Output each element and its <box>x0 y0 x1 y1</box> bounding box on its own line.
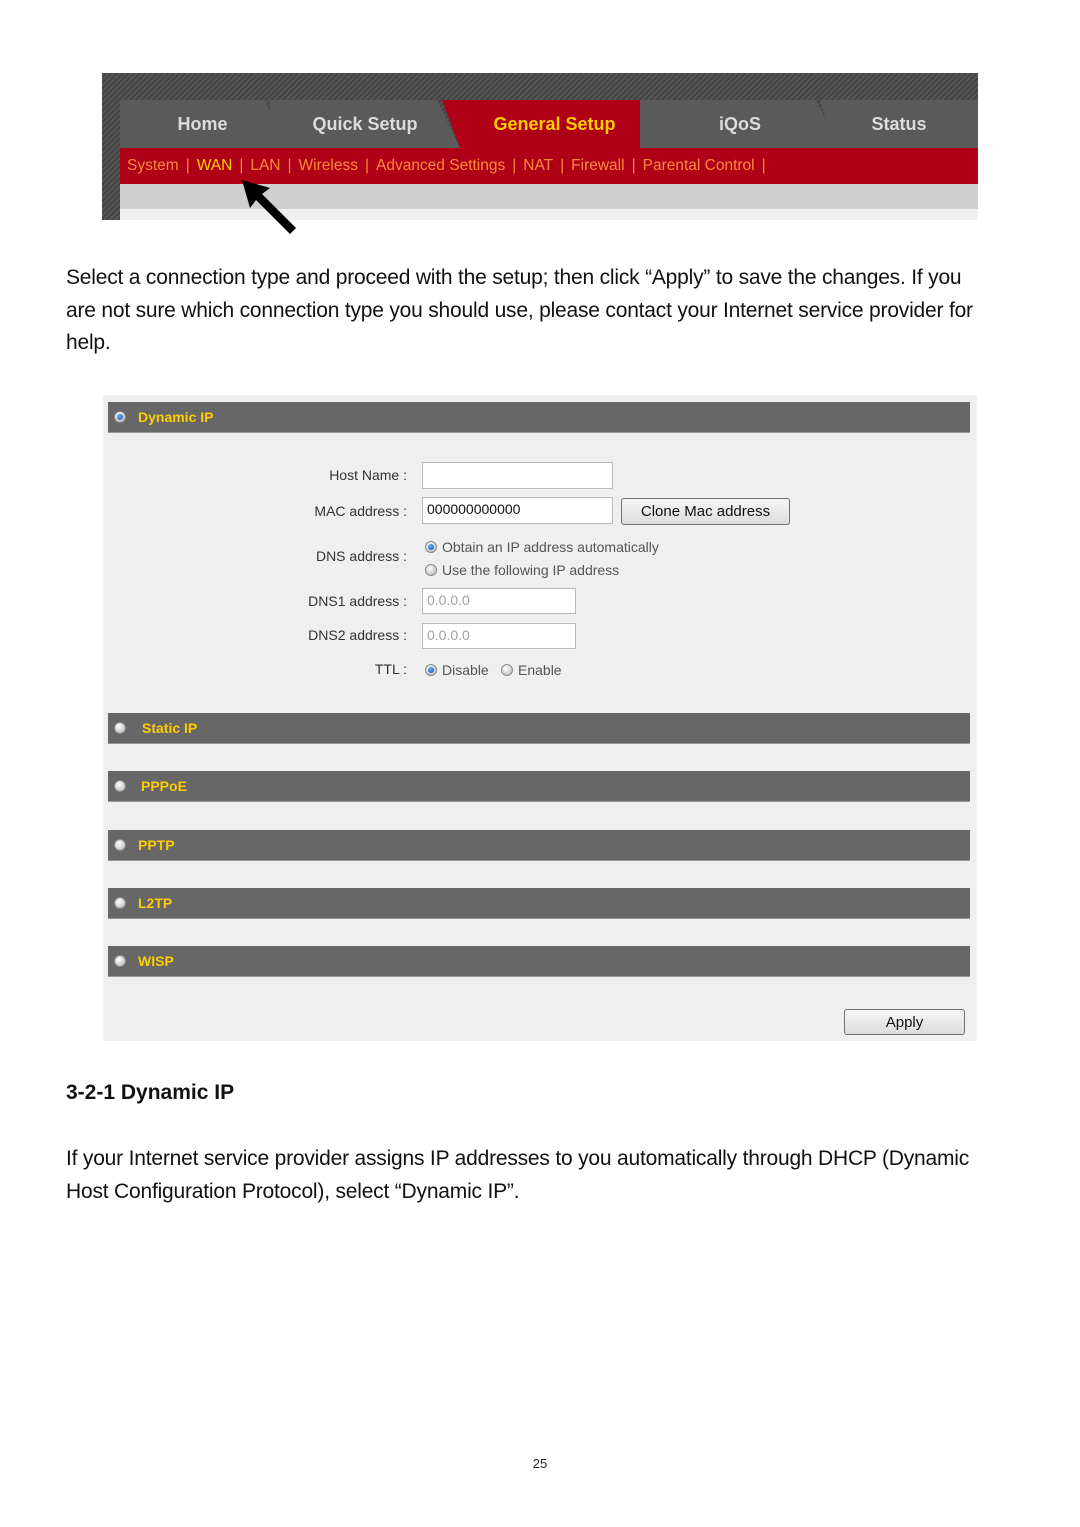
subnav-firewall[interactable]: Firewall <box>571 157 624 175</box>
clone-mac-button[interactable]: Clone Mac address <box>621 498 790 525</box>
section-pptp[interactable]: PPTP <box>108 830 970 861</box>
option-label: Disable <box>442 662 489 678</box>
section-label: L2TP <box>138 895 173 911</box>
separator: | <box>239 157 244 174</box>
tab-label: Status <box>871 113 927 134</box>
page-number: 25 <box>532 1456 548 1471</box>
separator: | <box>364 157 369 174</box>
radio-button-icon[interactable] <box>501 664 513 676</box>
arrow-pointer-icon <box>242 180 296 234</box>
separator: | <box>560 157 565 174</box>
wan-settings-panel: Dynamic IP Host Name : MAC address : 000… <box>103 395 977 1041</box>
separator: | <box>287 157 292 174</box>
section-heading: 3-2-1 Dynamic IP <box>66 1081 235 1104</box>
subnav-parental-control[interactable]: Parental Control <box>643 157 755 175</box>
ttl-option-enable[interactable]: Enable <box>501 662 562 678</box>
radio-button-icon[interactable] <box>425 564 437 576</box>
radio-button-icon[interactable] <box>114 897 126 909</box>
subnav-system[interactable]: System <box>127 157 179 175</box>
apply-button[interactable]: Apply <box>844 1009 965 1035</box>
mac-address-input[interactable]: 000000000000 <box>422 497 613 524</box>
host-name-input[interactable] <box>422 462 613 489</box>
section-label: PPPoE <box>141 778 187 794</box>
section-label: WISP <box>138 953 174 969</box>
option-label: Use the following IP address <box>442 562 620 578</box>
separator: | <box>185 157 190 174</box>
section-label: Dynamic IP <box>138 409 214 425</box>
radio-button-selected-icon[interactable] <box>425 664 437 676</box>
section-label: Static IP <box>142 720 198 736</box>
ttl-label: TTL : <box>374 661 407 677</box>
radio-button-icon[interactable] <box>114 780 126 792</box>
tab-label: Home <box>177 113 228 134</box>
ttl-option-disable[interactable]: Disable <box>425 662 489 678</box>
router-nav-screenshot: Home Quick Setup General Setup iQoS Stat… <box>102 73 978 220</box>
radio-button-icon[interactable] <box>114 955 126 967</box>
radio-button-selected-icon[interactable] <box>425 541 437 553</box>
radio-button-selected-icon[interactable] <box>114 411 126 423</box>
tab-label: iQoS <box>718 113 761 134</box>
separator: | <box>761 157 766 174</box>
dns2-address-label: DNS2 address : <box>308 627 407 643</box>
body-paragraph: If your Internet service provider assign… <box>66 1147 970 1203</box>
subnav-wireless[interactable]: Wireless <box>299 157 358 175</box>
tab-home[interactable]: Home <box>120 100 285 148</box>
section-wisp[interactable]: WISP <box>108 946 970 977</box>
section-label: PPTP <box>138 837 175 853</box>
tab-label: Quick Setup <box>312 113 418 134</box>
section-pppoe[interactable]: PPPoE <box>108 771 970 802</box>
option-label: Obtain an IP address automatically <box>442 539 659 555</box>
subnav-lan[interactable]: LAN <box>250 157 280 175</box>
option-label: Enable <box>518 662 562 678</box>
section-l2tp[interactable]: L2TP <box>108 888 970 919</box>
host-name-label: Host Name : <box>329 467 407 483</box>
dns-option-manual[interactable]: Use the following IP address <box>425 562 619 578</box>
subnav-nat[interactable]: NAT <box>523 157 553 175</box>
dns1-address-label: DNS1 address : <box>308 593 407 609</box>
tab-quick-setup[interactable]: Quick Setup <box>270 100 460 148</box>
dns1-address-input[interactable]: 0.0.0.0 <box>422 588 576 614</box>
separator: | <box>512 157 517 174</box>
tab-status[interactable]: Status <box>820 100 978 148</box>
radio-button-icon[interactable] <box>114 839 126 851</box>
subnav-wan[interactable]: WAN <box>197 157 233 175</box>
intro-paragraph: Select a connection type and proceed wit… <box>66 266 973 354</box>
main-tabs: Home Quick Setup General Setup iQoS Stat… <box>120 100 978 148</box>
dns-address-label: DNS address : <box>315 548 407 564</box>
tab-label: General Setup <box>493 113 616 134</box>
radio-button-icon[interactable] <box>114 722 126 734</box>
mac-address-label: MAC address : <box>314 503 407 519</box>
dns2-address-input[interactable]: 0.0.0.0 <box>422 623 576 649</box>
dns-option-obtain[interactable]: Obtain an IP address automatically <box>425 539 659 555</box>
section-dynamic-ip[interactable]: Dynamic IP <box>108 402 970 433</box>
tab-iqos[interactable]: iQoS <box>640 100 840 148</box>
section-static-ip[interactable]: Static IP <box>108 713 970 744</box>
subnav-advanced-settings[interactable]: Advanced Settings <box>376 157 505 175</box>
separator: | <box>631 157 636 174</box>
tab-general-setup[interactable]: General Setup <box>442 100 667 148</box>
